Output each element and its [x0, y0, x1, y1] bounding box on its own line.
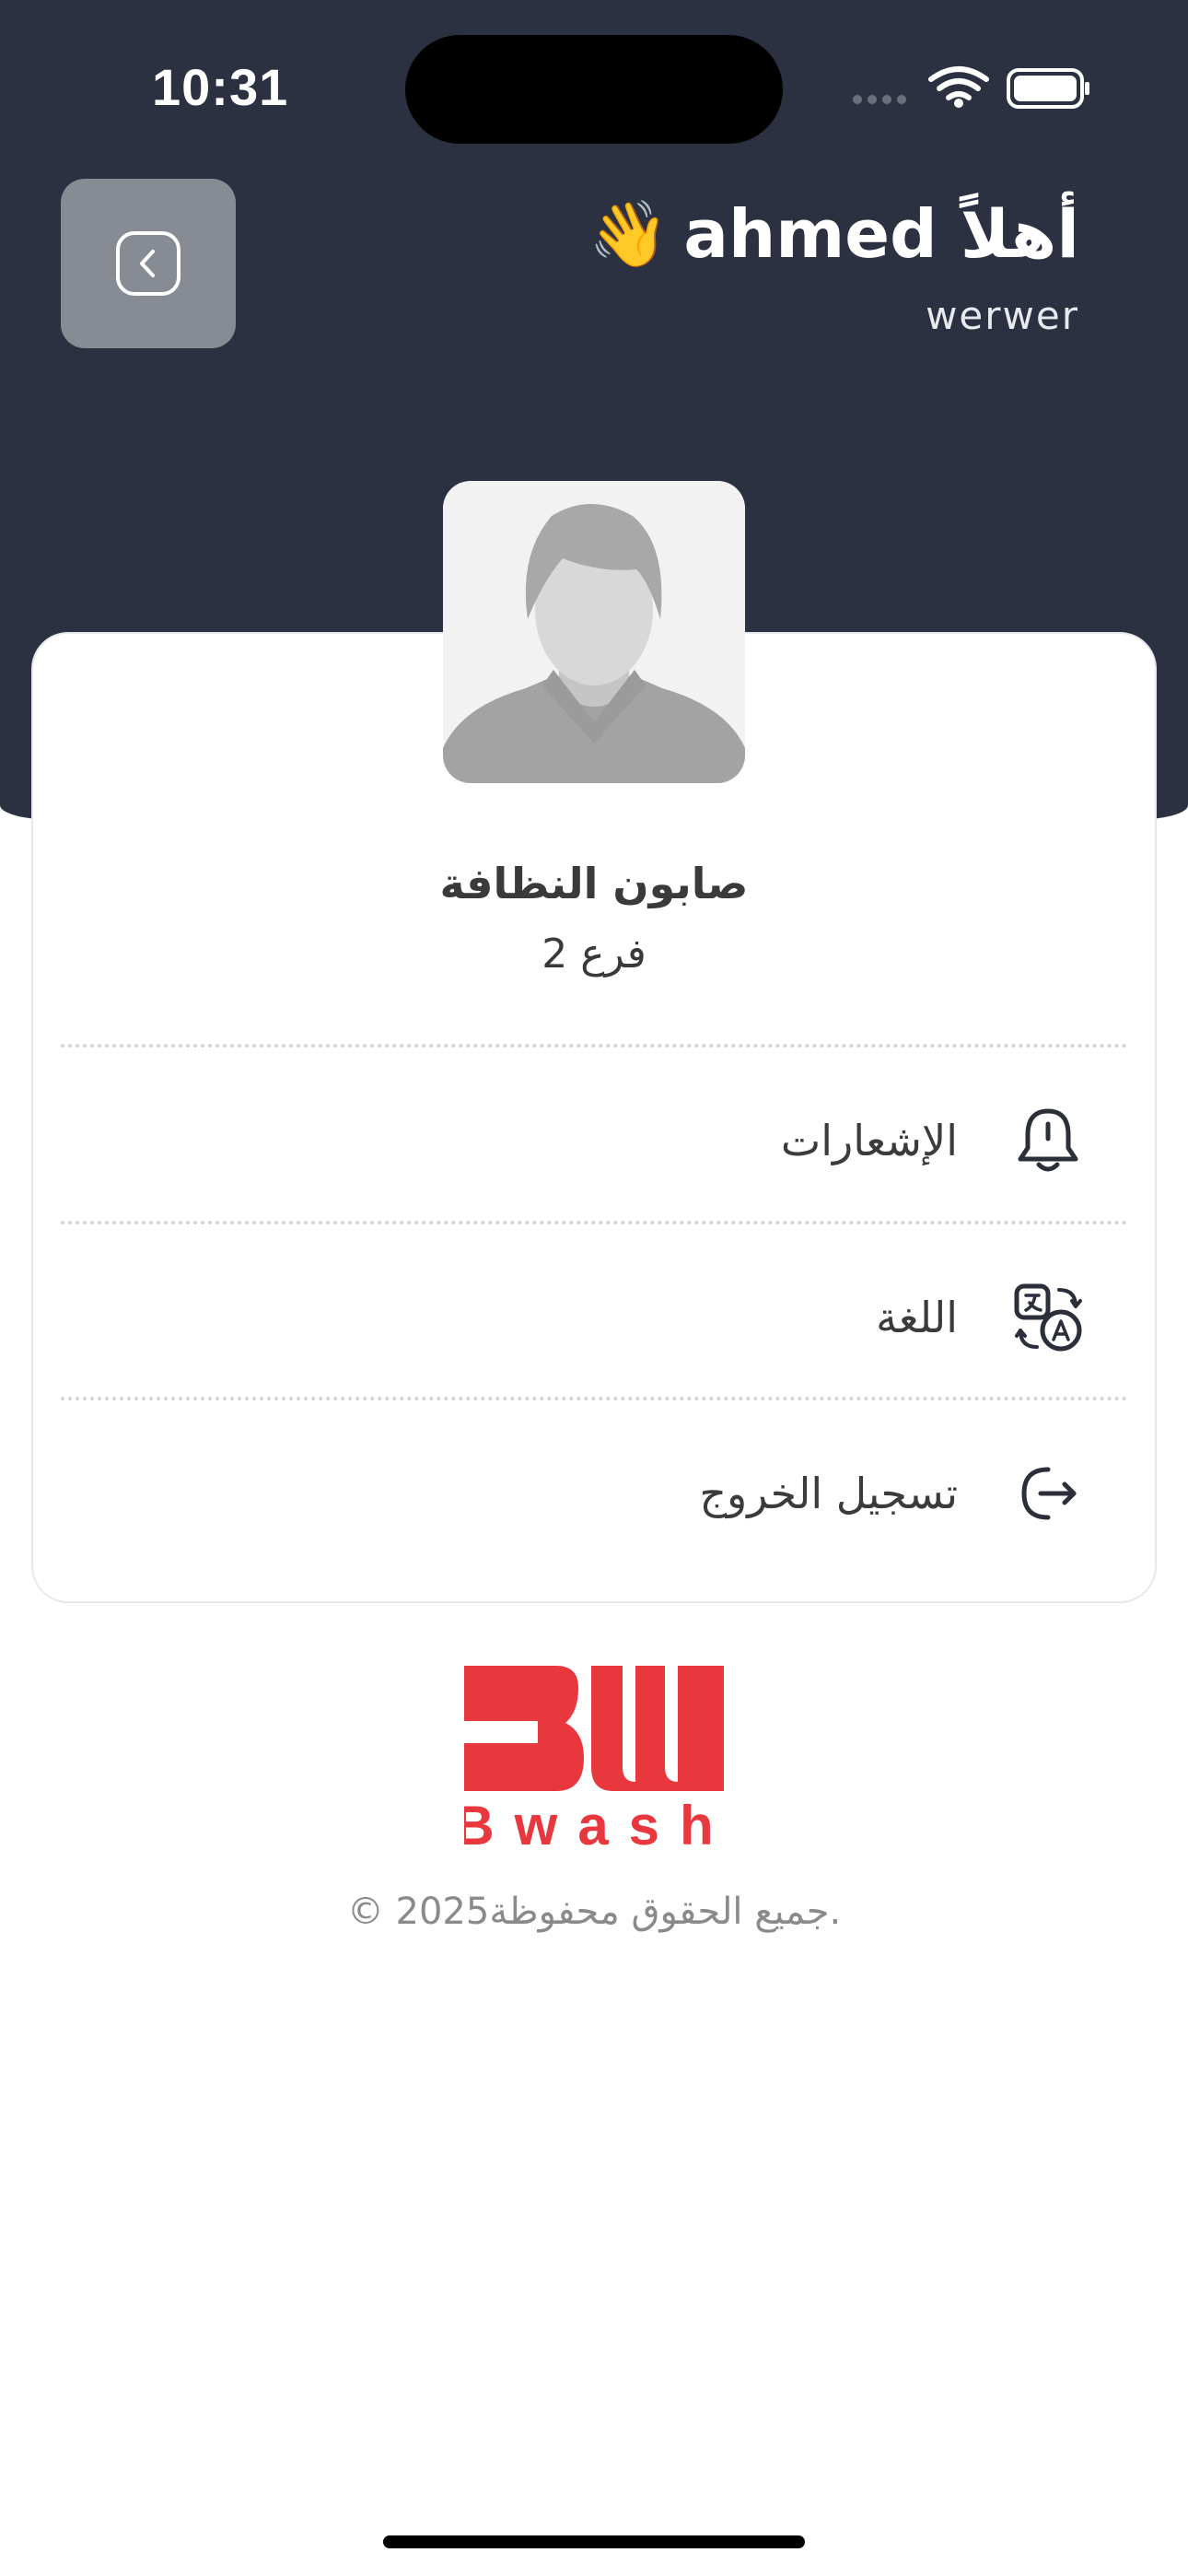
menu-item-notifications[interactable]: الإشعارات: [61, 1071, 1127, 1210]
waving-hand-emoji: 👋: [588, 195, 670, 272]
divider: [61, 1044, 1127, 1048]
copyright-text: © 2025جميع الحقوق محفوظة.: [346, 1891, 842, 1933]
bwash-logo: Bwash: [454, 1666, 724, 1856]
greeting-text: أهلاً ahmed: [683, 195, 1079, 273]
status-icons: [852, 64, 1091, 111]
battery-icon: [1007, 68, 1089, 109]
menu-item-label: اللغة: [876, 1293, 958, 1342]
translate-icon: [1011, 1281, 1085, 1354]
bell-icon: [1011, 1104, 1085, 1177]
avatar: [443, 481, 745, 783]
menu-item-language[interactable]: اللغة: [61, 1248, 1127, 1387]
default-user-avatar-icon: [443, 481, 745, 783]
store-name: صابون النظافة: [439, 859, 749, 908]
menu-item-label: تسجيل الخروج: [699, 1469, 958, 1518]
chevron-left-square-icon: [116, 231, 181, 296]
signal-icon: [853, 95, 906, 104]
logo-word: Bwash: [464, 1795, 724, 1850]
logout-icon: [1011, 1457, 1085, 1530]
greeting-subtitle: werwer: [926, 293, 1079, 338]
status-time: 10:31: [152, 58, 289, 116]
greeting: أهلاً ahmed 👋: [588, 195, 1079, 273]
menu-item-label: الإشعارات: [780, 1116, 958, 1165]
branch-name: فرع 2: [542, 931, 646, 978]
divider: [61, 1397, 1127, 1400]
dynamic-island: [405, 35, 783, 144]
menu-item-logout[interactable]: تسجيل الخروج: [61, 1424, 1127, 1563]
wifi-icon: [928, 66, 989, 100]
back-button[interactable]: [61, 179, 236, 348]
divider: [61, 1221, 1127, 1224]
home-indicator: [383, 2535, 805, 2548]
